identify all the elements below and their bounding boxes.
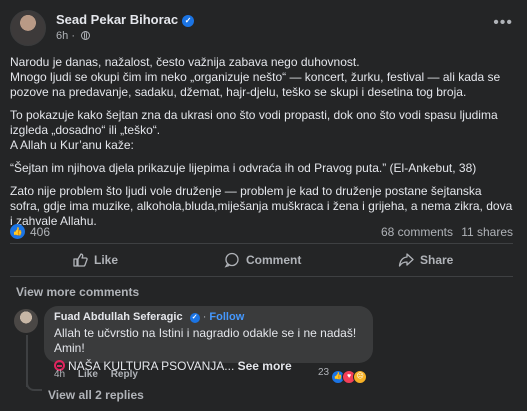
comment-author[interactable]: Fuad Abdullah Seferagic (54, 311, 183, 323)
shares-count[interactable]: 11 shares (461, 225, 513, 239)
like-reaction-icon: 👍 (10, 224, 25, 239)
thumbs-up-icon (73, 253, 88, 267)
follow-button[interactable]: Follow (209, 311, 244, 323)
post-paragraph: Narodu je danas, nažalost, često važnija… (10, 55, 360, 69)
comment-bubble: Fuad Abdullah Seferagic ✓ · Follow Allah… (44, 306, 373, 373)
share-label: Share (420, 253, 454, 267)
comment-meta: 4h Like Reply (54, 369, 148, 380)
share-icon (398, 253, 414, 267)
verified-icon: ✓ (182, 15, 195, 27)
comment-author-row: Fuad Abdullah Seferagic ✓ · Follow (54, 311, 363, 323)
comment-button[interactable]: Comment (224, 248, 301, 272)
comment-reply-button[interactable]: Reply (111, 369, 138, 380)
share-button[interactable]: Share (398, 248, 453, 272)
comment-like-button[interactable]: Like (78, 369, 98, 380)
author-avatar[interactable] (10, 10, 46, 46)
verified-icon: ✓ (189, 313, 200, 323)
comment-icon (224, 252, 239, 268)
post-paragraph: Zato nije problem što ljudi vole druženj… (10, 184, 513, 228)
divider (10, 243, 513, 244)
reaction-count[interactable]: 406 (30, 225, 50, 239)
post-paragraph: A Allah u Kur’anu kaže: (10, 138, 134, 152)
comment-time[interactable]: 4h (54, 369, 65, 380)
author-name-row: Sead Pekar Bihorac ✓ (56, 12, 195, 27)
like-button[interactable]: Like (72, 248, 118, 272)
sad-reaction-icon: ☹ (353, 370, 368, 384)
post-meta: 6h · (56, 30, 91, 42)
view-more-comments-link[interactable]: View more comments (16, 285, 139, 299)
like-label: Like (94, 253, 119, 267)
post-body: Narodu je danas, nažalost, često važnija… (10, 55, 513, 237)
post-paragraph: To pokazuje kako šejtan zna da ukrasi on… (10, 108, 498, 137)
divider (10, 276, 513, 277)
post-card: Sead Pekar Bihorac ✓ 6h · ••• Narodu je d… (0, 0, 527, 411)
post-header: Sead Pekar Bihorac ✓ 6h · ••• (10, 10, 517, 46)
post-quote: “Šejtan im njihova djela prikazuje lijep… (10, 161, 477, 175)
post-stats: 👍 406 68 comments 11 shares (10, 224, 513, 240)
comment-reaction-count: 23 (318, 367, 330, 378)
comments-count[interactable]: 68 comments (381, 225, 453, 239)
more-options-icon[interactable]: ••• (493, 14, 513, 32)
thread-connector (26, 379, 42, 391)
comment-text: Allah te učvrstio na Istini i nagradio o… (54, 326, 357, 355)
view-replies-link[interactable]: View all 2 replies (48, 388, 144, 402)
post-time[interactable]: 6h (56, 30, 68, 42)
meta-separator: · (71, 30, 75, 42)
comment-dot: · (202, 311, 207, 323)
post-paragraph: Mnogo ljudi se okupi čim im neko „organi… (10, 70, 501, 99)
author-name[interactable]: Sead Pekar Bihorac (56, 12, 178, 27)
globe-icon (81, 31, 91, 40)
post-actions: Like Comment Share (10, 248, 513, 272)
comment-reactions[interactable]: 23 👍 ♥ ☹ (318, 367, 368, 384)
comment-label: Comment (246, 253, 302, 267)
see-more-link[interactable]: See more (238, 359, 292, 373)
commenter-avatar[interactable] (14, 309, 38, 333)
